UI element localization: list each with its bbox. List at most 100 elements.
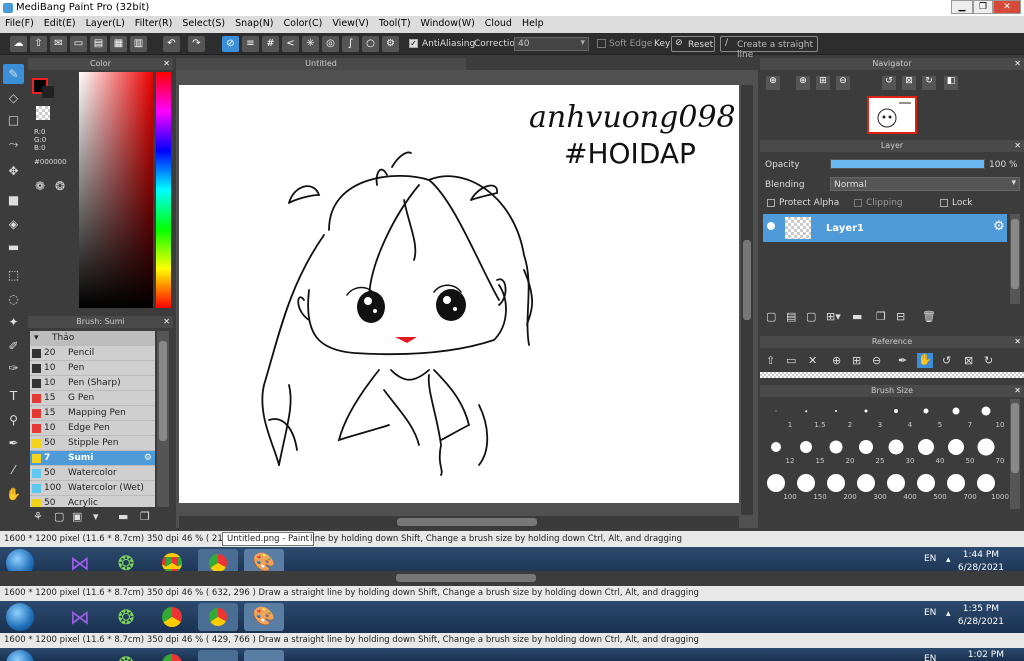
brush-size-option[interactable]: 700 [942,473,977,501]
brush-scrollbar[interactable] [157,331,169,507]
medibang-icon[interactable] [198,603,238,631]
close-icon[interactable]: ✕ [1014,140,1021,152]
upload-ref-icon[interactable]: ⇧ [766,354,775,367]
vanishing-snap-icon[interactable]: < [282,36,299,52]
chrome-icon[interactable] [152,603,192,631]
language-indicator[interactable]: EN [924,554,936,564]
menu-snap[interactable]: Snap(N) [230,16,278,31]
gear-icon[interactable]: ⚙ [144,451,152,466]
fit-icon[interactable]: ⊞ [852,354,861,367]
brush-size-option[interactable]: 7 [942,401,972,429]
undo-icon[interactable]: ↶ [163,36,180,52]
secondary-color-swatch[interactable] [42,86,54,98]
gradient-tool-icon[interactable]: ▬ [3,237,24,257]
canvas-tab[interactable]: Untitled [176,58,466,70]
clipping-checkbox[interactable] [854,199,862,207]
layer-row[interactable]: Layer1 ⚙ [763,214,1007,242]
tray-arrow-icon[interactable]: ▴ [946,555,951,565]
document-icon[interactable]: ▤ [90,36,107,52]
menu-help[interactable]: Help [517,16,549,31]
drawing-canvas[interactable]: anhvuong098 #HOIDAP [179,85,739,503]
eyedropper-icon[interactable]: ✒ [898,354,907,367]
start-button[interactable] [6,650,34,661]
new-8bit-layer-icon[interactable]: ▢ [806,310,816,323]
chrome-icon[interactable] [152,650,192,661]
close-icon[interactable]: ✕ [163,316,170,328]
menu-tool[interactable]: Tool(T) [374,16,416,31]
merge-layer-icon[interactable]: ⊟ [896,310,905,323]
brush-size-option[interactable]: 4 [882,401,912,429]
new-brush-icon[interactable]: ▢ [54,510,64,523]
brush-size-option[interactable]: 500 [912,473,947,501]
reset-button[interactable]: ⊘ Reset [671,36,715,52]
soft-edge-checkbox[interactable] [597,39,606,48]
navigator-thumbnail[interactable] [867,96,917,134]
table-icon[interactable]: ▥ [130,36,147,52]
close-ref-icon[interactable]: ✕ [808,354,817,367]
chat-icon[interactable]: ▭ [70,36,87,52]
brush-item[interactable]: 15 G Pen [30,391,155,406]
rotate-right-icon[interactable]: ↻ [922,76,936,90]
magic-wand-icon[interactable]: ✦ [3,312,24,332]
brush-size-option[interactable]: 20 [822,437,854,465]
paint-icon[interactable]: 🎨 [244,603,284,631]
duplicate-layer-icon[interactable]: ❐ [876,310,886,323]
brush-size-option[interactable]: 300 [852,473,887,501]
brush-item[interactable]: 50 Watercolor [30,466,155,481]
move-tool-icon[interactable]: ✥ [3,161,24,181]
radial-snap-icon[interactable]: ✳ [302,36,319,52]
add-brush-icon[interactable]: ⚘ [33,510,43,523]
dot-tool-icon[interactable]: □ [3,110,24,130]
transparent-swatch[interactable] [36,106,50,120]
select-rect-icon[interactable]: ⬚ [3,265,24,285]
hand-tool-icon[interactable]: ✋ [3,484,24,504]
close-icon[interactable]: ✕ [1014,336,1021,348]
lasso-brush-icon[interactable]: ⤳ [3,134,24,154]
clock[interactable]: 1:02 PM [968,649,1004,661]
protect-alpha-checkbox[interactable] [767,199,775,207]
antialiasing-checkbox[interactable]: ✓ [409,39,418,48]
brush-size-option[interactable]: 1000 [972,473,1009,501]
fill-tool-icon[interactable]: ◈ [3,214,24,234]
minimize-button[interactable]: ▁ [951,0,973,14]
snap-off-icon[interactable]: ⊘ [222,36,239,52]
opacity-slider[interactable] [830,159,985,169]
zoom-out-icon[interactable]: ⊖ [836,76,850,90]
blending-select[interactable]: Normal ▾ [830,177,1020,191]
brush-size-option[interactable]: 12 [762,437,794,465]
brush-item[interactable]: 100 Watercolor (Wet) [30,481,155,496]
brush-item[interactable]: 7 Sumi ⚙ [30,451,155,466]
rotate-left-icon[interactable]: ↺ [942,354,951,367]
hand-icon[interactable]: ✋ [917,353,933,368]
close-icon[interactable]: ✕ [1014,58,1021,70]
copy-brush-icon[interactable]: ▣ [72,510,82,523]
brush-menu-icon[interactable]: ▾ [93,510,99,523]
redo-icon[interactable]: ↷ [188,36,205,52]
brush-size-option[interactable]: 400 [882,473,917,501]
medibang-icon[interactable] [198,650,238,661]
folder-icon[interactable]: ▬ [852,310,862,323]
rotate-left-icon[interactable]: ↺ [882,76,896,90]
text-tool-icon[interactable]: T [3,386,24,406]
eraser-tool-icon[interactable]: ◇ [3,88,24,108]
shape-tool-icon[interactable]: ■ [3,190,24,210]
brush-size-option[interactable]: 2 [822,401,852,429]
select-pen-icon[interactable]: ✐ [3,336,24,356]
paint-icon[interactable] [244,650,284,661]
menu-select[interactable]: Select(S) [177,16,230,31]
close-icon[interactable]: ✕ [163,58,170,70]
brush-size-option[interactable]: 200 [822,473,857,501]
close-icon[interactable]: ✕ [1014,385,1021,397]
brush-size-option[interactable]: 10 [972,401,1004,429]
brush-item[interactable]: 15 Mapping Pen [30,406,155,421]
clock[interactable]: 1:35 PM 6/28/2021 [958,603,1004,629]
menu-cloud[interactable]: Cloud [480,16,517,31]
brush-item[interactable]: 10 Pen (Sharp) [30,376,155,391]
menu-file[interactable]: File(F) [0,16,39,31]
brush-size-option[interactable]: 40 [912,437,944,465]
zoom-out-icon[interactable]: ⊖ [872,354,881,367]
folder-icon[interactable]: ▬ [118,510,128,523]
lock-checkbox[interactable] [940,199,948,207]
parallel-snap-icon[interactable]: ≡ [242,36,259,52]
close-button[interactable]: ✕ [993,0,1021,14]
